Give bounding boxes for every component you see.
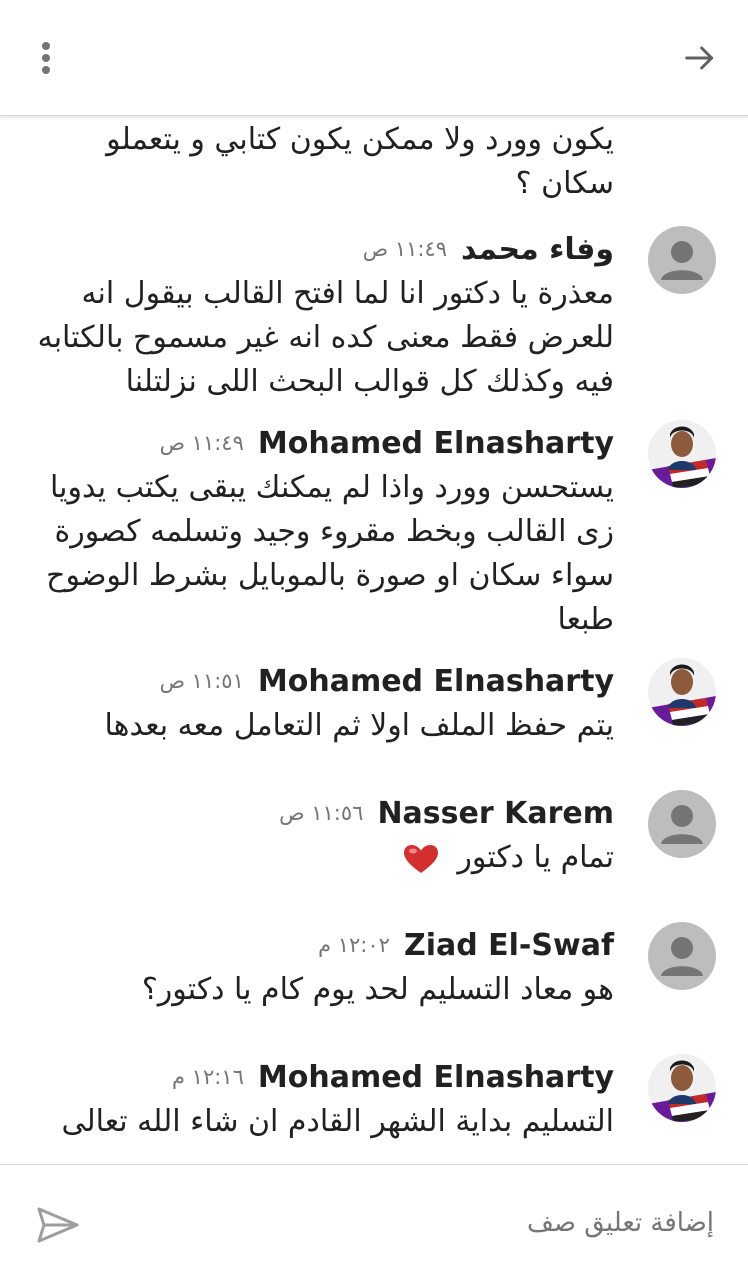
comment-author[interactable]: Ziad El-Swaf xyxy=(404,928,614,963)
comment-timestamp: ١٢:٠٢ م xyxy=(318,933,390,957)
person-icon xyxy=(661,241,703,280)
comment-text-partial: يكون وورد ولا ممكن يكون كتابي و يتعملو س… xyxy=(106,122,614,201)
avatar[interactable] xyxy=(648,922,716,990)
comment-author[interactable]: Mohamed Elnasharty xyxy=(258,1060,614,1095)
comment-timestamp: ١١:٥٦ ص xyxy=(279,801,364,825)
comment-text: يتم حفظ الملف اولا ثم التعامل معه بعدها xyxy=(104,708,614,743)
top-app-bar xyxy=(0,0,748,116)
comment-timestamp: ١١:٥١ ص xyxy=(159,669,244,693)
profile-photo-icon xyxy=(648,1054,716,1122)
person-icon xyxy=(661,805,703,844)
comment-text: معذرة يا دكتور انا لما افتح القالب بيقول… xyxy=(37,276,614,399)
comment-author[interactable]: Mohamed Elnasharty xyxy=(258,426,614,461)
comment-timestamp: ١٢:١٦ م xyxy=(171,1065,244,1089)
more-vert-icon[interactable] xyxy=(28,36,64,80)
avatar[interactable] xyxy=(648,226,716,294)
comment-composer xyxy=(0,1164,748,1280)
comment-text: التسليم بداية الشهر القادم ان شاء الله ت… xyxy=(61,1104,614,1139)
avatar[interactable] xyxy=(648,1054,716,1122)
avatar[interactable] xyxy=(648,658,716,726)
heart-icon xyxy=(403,844,438,873)
profile-photo-icon xyxy=(648,420,716,488)
send-icon[interactable] xyxy=(36,1205,80,1245)
person-icon xyxy=(661,937,703,976)
avatar[interactable] xyxy=(648,790,716,858)
comment-timestamp: ١١:٤٩ ص xyxy=(362,237,448,261)
comment-text-row: تمام يا دكتور xyxy=(34,836,614,880)
comments-list[interactable]: يكون وورد ولا ممكن يكون كتابي و يتعملو س… xyxy=(0,116,748,1164)
avatar[interactable] xyxy=(648,420,716,488)
arrow-forward-icon[interactable] xyxy=(680,38,720,78)
profile-photo-icon xyxy=(648,658,716,726)
comment-text: يستحسن وورد واذا لم يمكنك يبقى يكتب يدوي… xyxy=(46,470,614,637)
comment-timestamp: ١١:٤٩ ص xyxy=(159,431,244,455)
comment-text: تمام يا دكتور xyxy=(457,840,614,875)
comment-input[interactable] xyxy=(174,1203,714,1243)
comment-author[interactable]: Nasser Karem xyxy=(377,796,614,831)
comment-text: هو معاد التسليم لحد يوم كام يا دكتور؟ xyxy=(141,972,614,1007)
comment-author[interactable]: وفاء محمد xyxy=(461,232,614,267)
comment-author[interactable]: Mohamed Elnasharty xyxy=(258,664,614,699)
